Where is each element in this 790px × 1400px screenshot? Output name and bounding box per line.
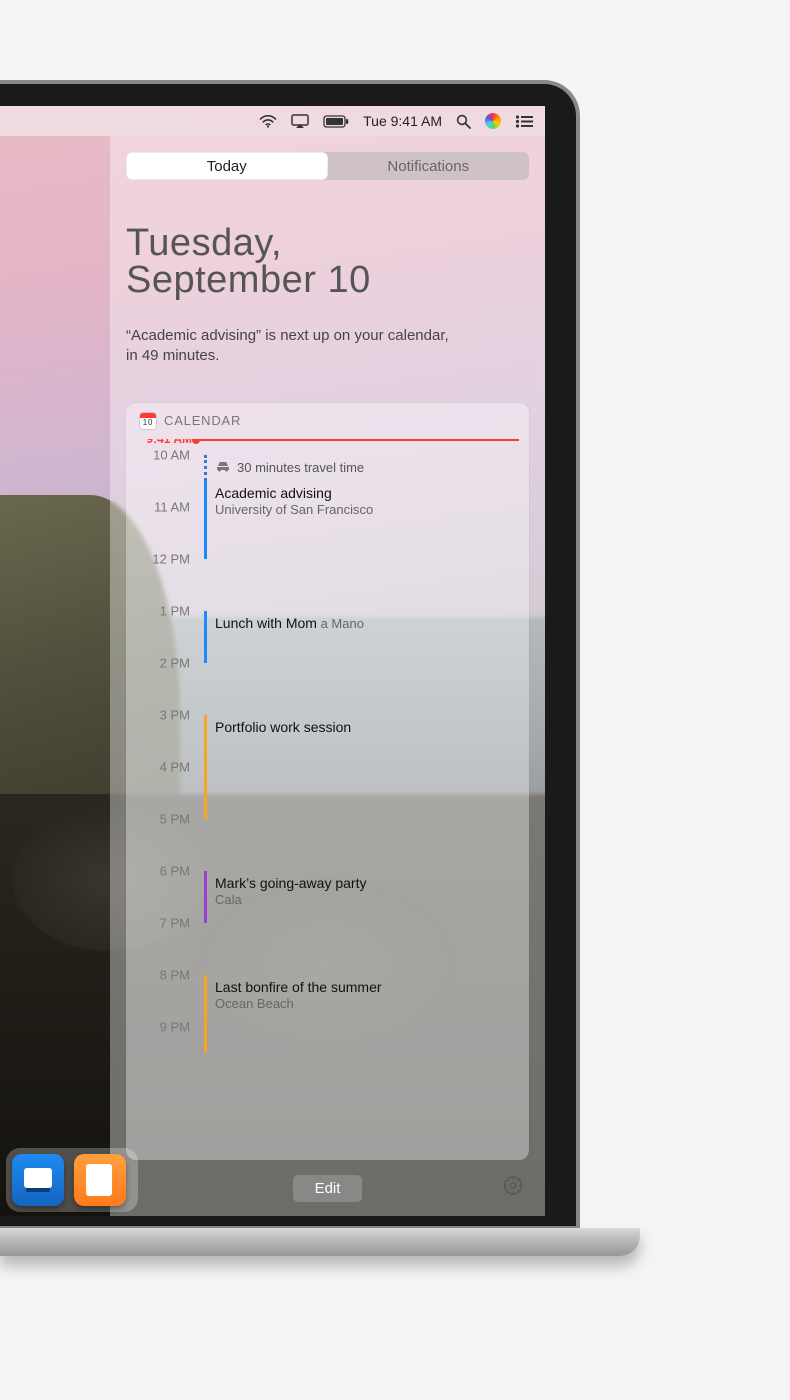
spotlight-icon[interactable] [456,114,471,129]
calendar-widget: 10 CALENDAR 10 AM 11 AM 12 PM 1 PM 2 PM 3 PM 4… [126,403,529,1161]
car-icon [215,460,231,475]
laptop-base [0,1228,640,1256]
calendar-event[interactable]: Lunch with Moma Mano [204,611,517,663]
hour-label: 3 PM [160,707,190,722]
event-title: Last bonfire of the summer [215,979,382,995]
calendar-event[interactable]: Mark’s going-away partyCala [204,871,517,923]
battery-icon[interactable] [323,115,349,128]
tab-today[interactable]: Today [126,152,328,180]
event-title: Mark’s going-away party [215,875,366,891]
dock-app-pages[interactable] [74,1154,126,1206]
calendar-event[interactable]: Last bonfire of the summerOcean Beach [204,975,517,1053]
screen: Tue 9:41 AM Today Notifications Tuesday,… [0,106,545,1216]
laptop-mockup: Tue 9:41 AM Today Notifications Tuesday,… [0,80,580,1270]
event-subtitle: a Mano [317,616,364,631]
event-subtitle: Ocean Beach [215,996,294,1011]
travel-time[interactable]: 30 minutes travel time [204,455,517,481]
event-title: Portfolio work session [215,719,351,735]
menubar-clock[interactable]: Tue 9:41 AM [363,113,442,129]
hour-label: 5 PM [160,811,190,826]
event-title: Lunch with Mom [215,615,317,631]
hour-label: 4 PM [160,759,190,774]
calendar-widget-header: 10 CALENDAR [126,413,529,439]
event-subtitle: University of San Francisco [215,502,373,517]
laptop-bezel: Tue 9:41 AM Today Notifications Tuesday,… [0,80,580,1230]
event-subtitle: Cala [215,892,242,907]
hour-label: 7 PM [160,915,190,930]
calendar-timeline[interactable]: 10 AM 11 AM 12 PM 1 PM 2 PM 3 PM 4 PM 5 PM 6 PM 7… [126,439,529,1161]
travel-time-text: 30 minutes travel time [237,460,364,475]
hour-label: 11 AM [154,499,190,514]
calendar-event[interactable]: Academic advisingUniversity of San Franc… [204,481,517,559]
hour-label: 8 PM [160,967,190,982]
calendar-app-icon: 10 [140,413,156,429]
wifi-icon[interactable] [259,115,277,128]
tab-notifications[interactable]: Notifications [328,152,530,180]
gear-icon[interactable] [503,1176,523,1201]
dock [6,1148,138,1212]
siri-suggestion-text: “Academic advising” is next up on your c… [126,326,456,367]
calendar-widget-title: CALENDAR [164,413,241,428]
edit-widgets-button[interactable]: Edit [293,1175,363,1202]
hour-label: 2 PM [160,655,190,670]
notification-center-icon[interactable] [515,115,533,128]
current-time-label: 9:41 AM [146,439,192,446]
hour-label: 9 PM [160,1019,190,1034]
event-title: Academic advising [215,485,332,501]
hour-label: 1 PM [160,603,190,618]
current-time-indicator [198,439,519,441]
hour-label: 6 PM [160,863,190,878]
siri-icon[interactable] [485,113,501,129]
calendar-event[interactable]: Portfolio work session [204,715,517,819]
menu-bar: Tue 9:41 AM [0,106,545,136]
notification-center: Today Notifications Tuesday, September 1… [110,136,545,1216]
dock-app-keynote[interactable] [12,1154,64,1206]
today-notifications-segmented-control: Today Notifications [126,152,529,180]
notification-center-footer: Edit [126,1160,529,1216]
hour-label: 10 AM [153,447,190,462]
today-monthday: September 10 [126,259,529,302]
today-date: Tuesday, September 10 [126,222,529,302]
hour-label: 12 PM [152,551,190,566]
airplay-icon[interactable] [291,114,309,128]
